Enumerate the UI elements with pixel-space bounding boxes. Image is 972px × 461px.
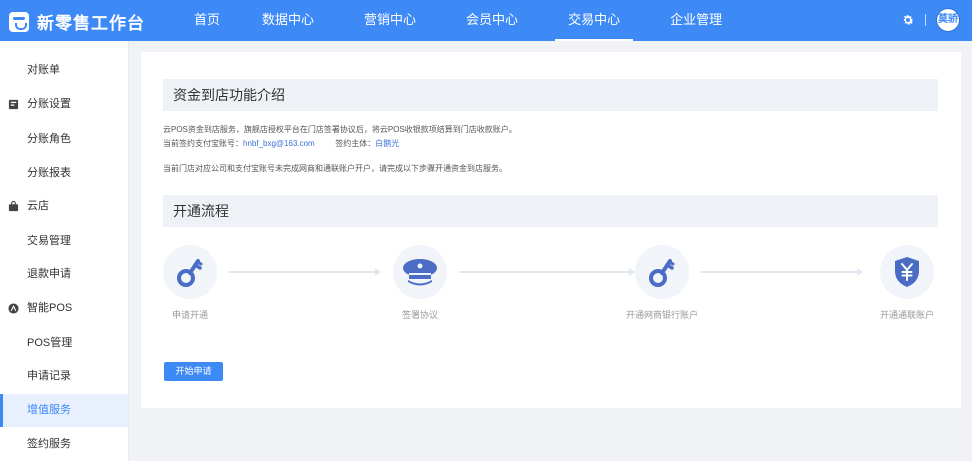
- sidebar-group-smart-pos[interactable]: 智能POS: [0, 292, 128, 325]
- nav-enterprise-management[interactable]: 企业管理: [657, 0, 735, 41]
- contract-subject: 白鹅光: [375, 139, 400, 148]
- ledger-icon: [8, 99, 19, 110]
- subject-label: 签约主体：: [335, 139, 376, 148]
- account-label: 当前签约支付宝账号：: [163, 139, 243, 148]
- main-content-card: 资金到店功能介绍 云POS资金到店服务，旗舰店授权平台在门店签署协议后，将云PO…: [141, 52, 961, 408]
- account-info-line: 当前签约支付宝账号：hnbf_bxg@163.com 签约主体：白鹅光: [163, 138, 399, 149]
- shop-bag-icon: [8, 201, 19, 212]
- step-open-mybank-account: 开通网商银行账户: [626, 245, 698, 320]
- setup-notice: 当前门店对应公司和支付宝账号未完成网商和通联账户开户，请完成以下步骤开通资金到店…: [163, 164, 507, 173]
- step-arrow: [701, 268, 863, 276]
- step-label: 开通网商银行账户: [625, 310, 699, 320]
- header-actions: 莫骄: [901, 8, 960, 32]
- sidebar-group-cloud-store[interactable]: 云店: [0, 190, 128, 223]
- yuan-shield-icon: [895, 257, 919, 287]
- nav-home[interactable]: 首页: [182, 0, 232, 41]
- sidebar-item-contract-services[interactable]: 签约服务: [0, 428, 128, 461]
- step-apply: 申请开通: [163, 245, 217, 320]
- sidebar-item-value-added-services[interactable]: 增值服务: [0, 394, 128, 427]
- top-nav: 首页 数据中心 营销中心 会员中心 交易中心 企业管理: [182, 0, 759, 41]
- sidebar-item-transaction-management[interactable]: 交易管理: [0, 225, 128, 258]
- key-icon: [649, 259, 675, 287]
- intro-description: 云POS资金到店服务，旗舰店授权平台在门店签署协议后，将云POS收银款项结算到门…: [163, 125, 517, 134]
- sidebar-group-label: 云店: [27, 200, 49, 212]
- app-logo[interactable]: 新零售工作台: [9, 9, 145, 34]
- step-open-allinpay-account: 开通通联账户: [880, 245, 934, 320]
- nav-marketing-center[interactable]: 营销中心: [351, 0, 429, 41]
- nav-member-center[interactable]: 会员中心: [453, 0, 531, 41]
- nav-transaction-center[interactable]: 交易中心: [555, 0, 634, 41]
- top-header: 新零售工作台 首页 数据中心 营销中心 会员中心 交易中心 企业管理 莫骄: [0, 0, 972, 41]
- sidebar-group-label: 分账设置: [27, 98, 71, 110]
- process-steps: 申请开通 签署协议 开通网商银行账户 开通通联账户: [163, 245, 938, 325]
- officer-cap-icon: [403, 259, 437, 286]
- sidebar-group-split-settings[interactable]: 分账设置: [0, 88, 128, 121]
- step-label: 开通通联账户: [879, 310, 935, 320]
- alipay-account: hnbf_bxg@163.com: [243, 139, 315, 148]
- sidebar: 对账单 分账设置 分账角色 分账报表 云店 交易管理 退款申请 智能POS PO…: [0, 41, 129, 461]
- sidebar-item-split-report[interactable]: 分账报表: [0, 157, 128, 190]
- step-label: 签署协议: [401, 310, 439, 320]
- pos-icon: [8, 303, 19, 314]
- sidebar-item-split-roles[interactable]: 分账角色: [0, 123, 128, 156]
- app-title: 新零售工作台: [37, 14, 145, 33]
- process-section-title: 开通流程: [163, 195, 938, 227]
- user-avatar[interactable]: 莫骄: [936, 8, 960, 32]
- sidebar-item-pos-management[interactable]: POS管理: [0, 327, 128, 360]
- step-arrow: [459, 268, 635, 276]
- gear-icon[interactable]: [901, 13, 915, 27]
- key-icon: [177, 259, 203, 287]
- sidebar-item-application-records[interactable]: 申请记录: [0, 360, 128, 393]
- sidebar-group-label: 智能POS: [27, 302, 73, 314]
- intro-section-title: 资金到店功能介绍: [163, 79, 938, 111]
- step-sign-agreement: 签署协议: [393, 245, 447, 320]
- header-divider: [925, 14, 926, 26]
- start-application-button[interactable]: 开始申请: [164, 362, 223, 381]
- step-label: 申请开通: [171, 310, 209, 320]
- sidebar-item-refund-request[interactable]: 退款申请: [0, 258, 128, 291]
- store-logo-icon: [9, 11, 29, 32]
- sidebar-item-statement[interactable]: 对账单: [0, 54, 128, 87]
- step-arrow: [229, 268, 381, 276]
- nav-data-center[interactable]: 数据中心: [249, 0, 327, 41]
